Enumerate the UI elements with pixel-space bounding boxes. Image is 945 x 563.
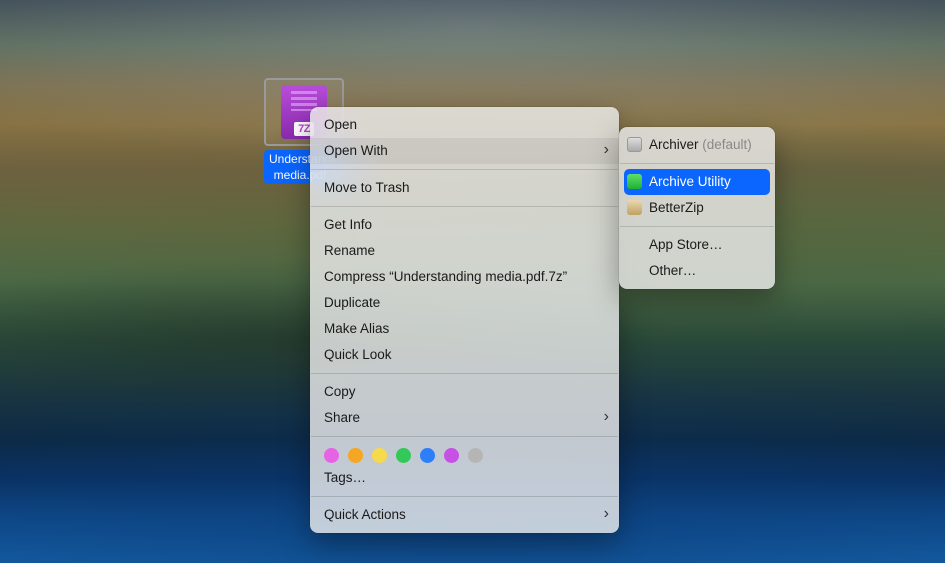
archive-utility-icon	[627, 174, 642, 189]
menu-separator	[311, 373, 618, 374]
tag-dot[interactable]	[348, 448, 363, 463]
tag-color-row	[310, 442, 619, 465]
submenu-item-betterzip[interactable]: BetterZip	[619, 195, 775, 221]
default-suffix: (default)	[702, 137, 752, 152]
archiver-icon	[627, 137, 642, 152]
tag-dot[interactable]	[420, 448, 435, 463]
menu-item-copy[interactable]: Copy	[310, 379, 619, 405]
menu-separator	[620, 163, 774, 164]
menu-separator	[311, 496, 618, 497]
menu-item-move-to-trash[interactable]: Move to Trash	[310, 175, 619, 201]
menu-item-rename[interactable]: Rename	[310, 238, 619, 264]
tag-dot[interactable]	[324, 448, 339, 463]
submenu-item-other[interactable]: Other…	[619, 258, 775, 284]
menu-separator	[311, 436, 618, 437]
tag-dot[interactable]	[396, 448, 411, 463]
menu-item-make-alias[interactable]: Make Alias	[310, 316, 619, 342]
submenu-item-app-store[interactable]: App Store…	[619, 232, 775, 258]
submenu-item-archive-utility[interactable]: Archive Utility	[624, 169, 770, 195]
menu-item-compress[interactable]: Compress “Understanding media.pdf.7z”	[310, 264, 619, 290]
menu-item-quick-actions[interactable]: Quick Actions	[310, 502, 619, 528]
menu-item-get-info[interactable]: Get Info	[310, 212, 619, 238]
menu-item-tags[interactable]: Tags…	[310, 465, 619, 491]
menu-separator	[311, 206, 618, 207]
menu-item-share[interactable]: Share	[310, 405, 619, 431]
betterzip-icon	[627, 200, 642, 215]
tag-dot[interactable]	[444, 448, 459, 463]
tag-dot[interactable]	[372, 448, 387, 463]
menu-separator	[620, 226, 774, 227]
context-menu: Open Open With Move to Trash Get Info Re…	[310, 107, 619, 533]
menu-item-quick-look[interactable]: Quick Look	[310, 342, 619, 368]
menu-separator	[311, 169, 618, 170]
menu-item-open[interactable]: Open	[310, 112, 619, 138]
menu-item-duplicate[interactable]: Duplicate	[310, 290, 619, 316]
tag-dot[interactable]	[468, 448, 483, 463]
menu-item-open-with[interactable]: Open With	[310, 138, 619, 164]
open-with-submenu: Archiver (default) Archive Utility Bette…	[619, 127, 775, 289]
submenu-item-archiver[interactable]: Archiver (default)	[619, 132, 775, 158]
